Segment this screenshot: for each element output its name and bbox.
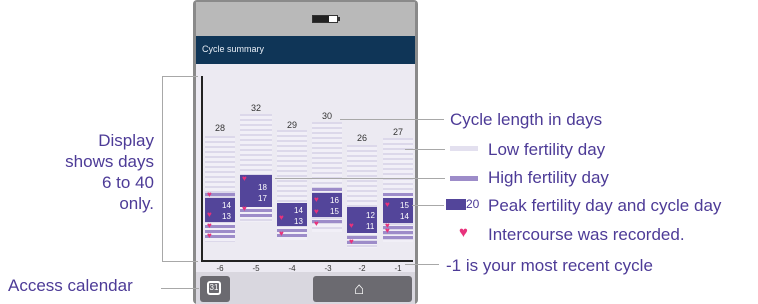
peak-day-number: 15 xyxy=(330,207,339,216)
heart-icon: ♥ xyxy=(207,210,212,219)
peak-day-number: 13 xyxy=(222,212,231,221)
heart-icon: ♥ xyxy=(242,174,247,183)
display-range-line: shows days xyxy=(65,152,154,171)
heart-icon: ♥ xyxy=(349,237,354,246)
high-fertility-line xyxy=(275,178,445,179)
page-title: Cycle summary xyxy=(202,44,265,54)
range-bracket-bottom xyxy=(162,261,198,262)
y-axis-line xyxy=(201,76,203,262)
heart-icon: ♥ xyxy=(459,224,468,241)
heart-icon: ♥ xyxy=(207,231,212,240)
heart-icon: ♥ xyxy=(385,200,390,209)
heart-icon: ♥ xyxy=(314,219,319,228)
peak-day-number: 15 xyxy=(400,201,409,210)
peak-day-number: 14 xyxy=(400,212,409,221)
battery-tip xyxy=(338,17,340,21)
range-bracket xyxy=(162,76,163,262)
peak-sample-number: 20 xyxy=(466,197,480,211)
display-range-line: 6 to 40 only. xyxy=(102,173,154,213)
peak-day-number: 13 xyxy=(294,217,303,226)
battery-level xyxy=(313,16,329,22)
cycle-length-note: Cycle length in days xyxy=(450,110,603,129)
heart-icon: ♥ xyxy=(349,221,354,230)
high-fertility-bar xyxy=(383,193,413,196)
heart-icon: ♥ xyxy=(279,229,284,238)
high-fertility-bar xyxy=(312,188,342,191)
display-range-note: Display shows days 6 to 40 only. xyxy=(64,130,154,214)
peak-day-number: 12 xyxy=(366,211,375,220)
peak-fertility-note: Peak fertility day and cycle day xyxy=(488,196,722,215)
status-bar xyxy=(196,2,415,36)
intercourse-note: Intercourse was recorded. xyxy=(488,225,685,244)
heart-icon: ♥ xyxy=(207,221,212,230)
high-fertility-swatch xyxy=(450,176,478,181)
x-axis-line xyxy=(201,260,413,262)
recent-cycle-line xyxy=(405,264,439,265)
low-fertility-line xyxy=(405,149,445,150)
low-fertility-note: Low fertility day xyxy=(488,140,606,159)
heart-icon: ♥ xyxy=(314,195,319,204)
peak-day-number: 14 xyxy=(222,201,231,210)
heart-icon: ♥ xyxy=(385,226,390,235)
access-calendar-note: Access calendar xyxy=(8,276,133,295)
access-calendar-line xyxy=(161,288,199,289)
peak-day-number: 11 xyxy=(366,222,375,231)
heart-icon: ♥ xyxy=(242,204,247,213)
heart-icon: ♥ xyxy=(314,207,319,216)
cycle-length-line xyxy=(340,119,444,120)
calendar-icon: 31 xyxy=(207,281,221,295)
cycle-length-label: 29 xyxy=(286,120,297,130)
range-bracket-top xyxy=(162,76,198,77)
peak-day-number: 14 xyxy=(294,206,303,215)
high-fertility-bar xyxy=(383,236,413,239)
low-fertility-swatch xyxy=(450,146,478,151)
heart-icon: ♥ xyxy=(279,213,284,222)
high-fertility-note: High fertility day xyxy=(488,168,609,187)
heart-icon: ♥ xyxy=(207,190,212,199)
peak-day-number: 18 xyxy=(258,183,267,192)
peak-fertility-swatch xyxy=(446,199,466,210)
display-range-line: Display xyxy=(98,131,154,150)
cycle-length-label: 30 xyxy=(321,111,332,121)
home-icon: ⌂ xyxy=(354,279,365,298)
peak-fertility-line xyxy=(412,205,444,206)
cycle-length-label: 27 xyxy=(392,127,403,137)
high-fertility-bar xyxy=(240,214,272,217)
cycle-length-label: 26 xyxy=(356,133,367,143)
cycle-length-label: 32 xyxy=(250,103,261,113)
recent-cycle-note: -1 is your most recent cycle xyxy=(446,256,653,275)
peak-day-number: 16 xyxy=(330,196,339,205)
cycle-length-label: 28 xyxy=(214,123,225,133)
peak-day-number: 17 xyxy=(258,194,267,203)
